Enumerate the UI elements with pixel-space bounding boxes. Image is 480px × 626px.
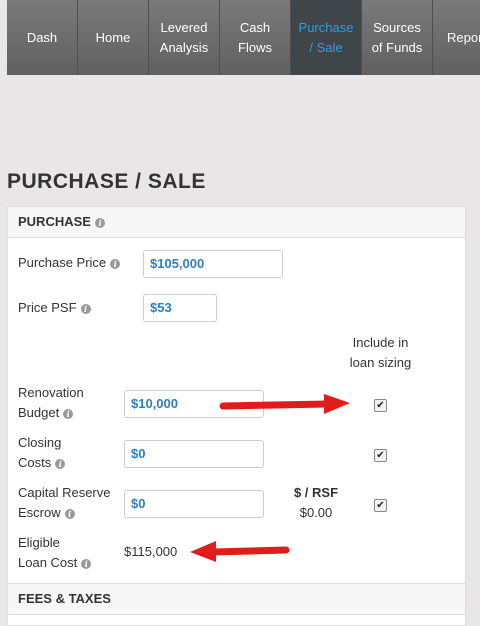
red-arrow-annotation — [219, 394, 350, 414]
red-arrow-annotation — [190, 541, 290, 562]
annotation-overlay — [190, 394, 350, 562]
